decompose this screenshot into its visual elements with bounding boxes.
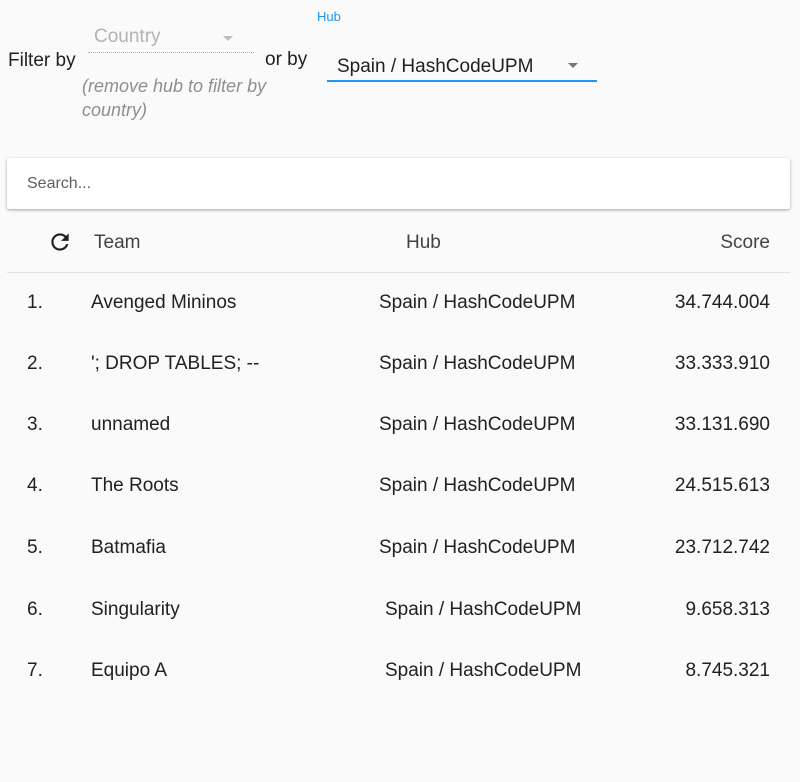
table-row[interactable]: 5. Batmafia Spain / HashCodeUPM 23.712.7… [7,518,790,579]
table-row[interactable]: 7. Equipo A Spain / HashCodeUPM 8.745.32… [7,641,790,702]
refresh-icon[interactable] [47,229,73,255]
row-team: unnamed [91,414,171,435]
leaderboard-page: Filter by Country (remove hub to filter … [0,0,800,782]
column-header-hub[interactable]: Hub [406,232,441,254]
hub-select-value: Spain / HashCodeUPM [337,56,534,77]
row-team: '; DROP TABLES; -- [91,353,260,374]
row-score: 34.744.004 [674,292,770,313]
row-hub: Spain / HashCodeUPM [385,599,582,620]
search-input[interactable] [25,171,769,197]
table-row[interactable]: 2. '; DROP TABLES; -- Spain / HashCodeUP… [7,334,790,395]
table-row[interactable]: 4. The Roots Spain / HashCodeUPM 24.515.… [7,456,790,517]
row-score: 23.712.742 [674,537,770,558]
hub-select-label: Hub [317,9,341,24]
row-rank: 2. [27,353,43,374]
row-team: Avenged Mininos [91,292,237,313]
hub-select[interactable]: Spain / HashCodeUPM [327,46,597,82]
row-score: 33.131.690 [674,414,770,435]
row-team: Singularity [91,599,180,620]
table-row[interactable]: 1. Avenged Mininos Spain / HashCodeUPM 3… [7,273,790,334]
row-hub: Spain / HashCodeUPM [379,475,576,496]
country-select-value: Country [94,26,161,47]
filter-by-label: Filter by [8,50,76,71]
row-rank: 4. [27,475,43,496]
row-rank: 6. [27,599,43,620]
row-rank: 5. [27,537,43,558]
table-header: Team Hub Score [7,214,790,273]
row-hub: Spain / HashCodeUPM [379,292,576,313]
row-hub: Spain / HashCodeUPM [379,353,576,374]
search-box [7,158,790,209]
arrow-drop-down-icon [568,63,578,68]
row-score: 8.745.321 [685,660,770,681]
row-score: 33.333.910 [674,353,770,374]
row-team: Equipo A [91,660,168,681]
row-hub: Spain / HashCodeUPM [379,537,576,558]
row-hub: Spain / HashCodeUPM [385,660,582,681]
row-rank: 7. [27,660,43,681]
row-score: 24.515.613 [674,475,770,496]
row-team: The Roots [91,475,179,496]
column-header-team[interactable]: Team [94,232,140,254]
arrow-drop-down-icon [223,36,233,41]
country-helper-text: (remove hub to filter by country) [82,76,267,120]
row-rank: 1. [27,292,43,313]
or-by-label: or by [265,49,308,70]
table-row[interactable]: 3. unnamed Spain / HashCodeUPM 33.131.69… [7,395,790,456]
row-rank: 3. [27,414,43,435]
row-team: Batmafia [91,537,166,558]
row-score: 9.658.313 [685,599,770,620]
table-row[interactable]: 6. Singularity Spain / HashCodeUPM 9.658… [7,580,790,641]
column-header-score[interactable]: Score [720,232,770,254]
country-select[interactable]: Country [88,22,254,53]
row-hub: Spain / HashCodeUPM [379,414,576,435]
